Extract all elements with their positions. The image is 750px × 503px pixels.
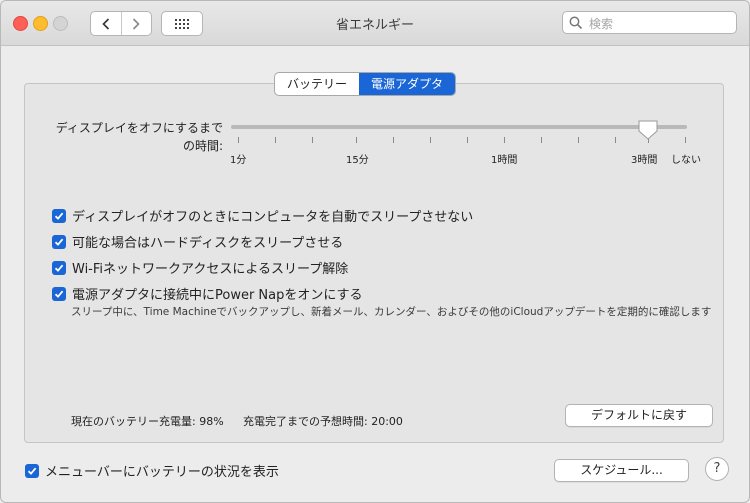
slider-tick <box>356 137 357 143</box>
slider-tick <box>275 137 276 143</box>
tab-battery[interactable]: バッテリー <box>275 73 359 95</box>
charge-time-estimate: 充電完了までの予想時間: 20:00 <box>243 415 403 428</box>
slider-tick <box>685 137 686 143</box>
power-nap-checkbox[interactable]: 電源アダプタに接続中にPower Napをオンにする <box>52 284 363 303</box>
prevent-sleep-checkbox[interactable]: ディスプレイがオフのときにコンピュータを自動でスリープさせない <box>52 206 473 225</box>
power-nap-description: スリープ中に、Time Machineでバックアップし、新着メール、カレンダー、… <box>71 306 712 318</box>
slider-tick <box>504 137 505 143</box>
battery-charge-status: 現在のバッテリー充電量: 98% <box>71 415 224 428</box>
display-sleep-slider-thumb[interactable] <box>637 119 659 141</box>
checkbox-checked-icon <box>52 208 66 223</box>
show-battery-in-menubar-checkbox[interactable]: メニューバーにバッテリーの状況を表示 <box>25 461 279 480</box>
slider-tick <box>467 137 468 143</box>
disk-sleep-checkbox[interactable]: 可能な場合はハードディスクをスリープさせる <box>52 232 343 251</box>
slider-tick <box>430 137 431 143</box>
tick-label-1min: 1分 <box>230 155 247 166</box>
slider-tick <box>541 137 542 143</box>
help-button[interactable]: ? <box>705 457 729 481</box>
checkbox-checked-icon <box>52 286 66 301</box>
slider-tick <box>615 137 616 143</box>
checkbox-checked-icon <box>52 260 66 275</box>
search-icon <box>569 16 583 30</box>
show-battery-in-menubar-label: メニューバーにバッテリーの状況を表示 <box>45 465 279 480</box>
tick-label-never: しない <box>671 155 701 166</box>
checkbox-checked-icon <box>25 463 39 478</box>
search-field[interactable] <box>562 11 737 34</box>
title-bar: 省エネルギー <box>1 1 749 46</box>
prevent-sleep-label: ディスプレイがオフのときにコンピュータを自動でスリープさせない <box>72 210 474 225</box>
wifi-wake-checkbox[interactable]: Wi-Fiネットワークアクセスによるスリープ解除 <box>52 258 348 277</box>
tick-label-3hours: 3時間 <box>631 155 658 166</box>
disk-sleep-label: 可能な場合はハードディスクをスリープさせる <box>72 236 344 251</box>
display-sleep-slider-track[interactable] <box>231 125 687 129</box>
slider-tick <box>393 137 394 143</box>
slider-tick <box>312 137 313 143</box>
checkbox-checked-icon <box>52 234 66 249</box>
restore-defaults-button[interactable]: デフォルトに戻す <box>565 404 713 427</box>
schedule-button[interactable]: スケジュール... <box>554 459 689 482</box>
tick-label-1hour: 1時間 <box>491 155 518 166</box>
power-source-tabs: バッテリー 電源アダプタ <box>274 72 457 96</box>
search-input[interactable] <box>587 14 731 33</box>
tick-label-15min: 15分 <box>346 155 369 166</box>
tab-power-adapter[interactable]: 電源アダプタ <box>359 73 456 95</box>
system-preferences-window: 省エネルギー バッテリー 電源アダプタ ディスプレイをオフにするまで の時間: … <box>0 0 750 503</box>
wifi-wake-label: Wi-Fiネットワークアクセスによるスリープ解除 <box>72 262 349 277</box>
slider-tick <box>578 137 579 143</box>
display-sleep-label: ディスプレイをオフにするまで の時間: <box>55 121 223 153</box>
slider-tick <box>238 137 239 143</box>
power-nap-label: 電源アダプタに接続中にPower Napをオンにする <box>72 288 363 303</box>
